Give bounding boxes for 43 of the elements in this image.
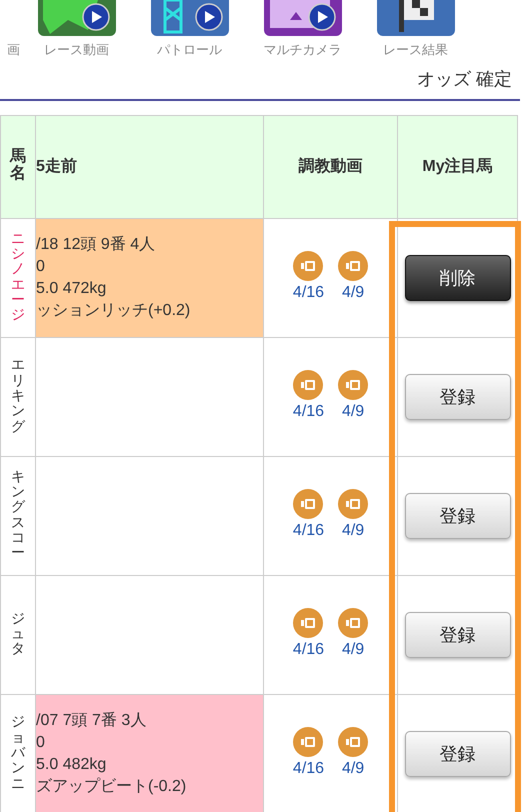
race-info: /18 12頭 9番 4人 [36,234,156,255]
video-camera-icon [338,608,368,638]
race-info: 5.0 482kg [36,755,108,775]
race-info: ズアップビート(-0.2) [36,776,188,797]
video-camera-icon [293,608,324,638]
nav-link[interactable]: 画 [7,40,20,60]
video-camera-icon [338,489,368,519]
video-camera-icon [338,251,368,281]
video-camera-icon [293,727,324,757]
training-video-link[interactable]: 4/16 [292,370,324,424]
column-header: 調教動画 [264,116,398,218]
register-button[interactable]: 登録 [404,374,510,420]
column-header: 馬名 [0,116,36,218]
video-camera-icon [293,251,324,281]
training-video-link[interactable]: 4/16 [292,251,324,305]
training-video-link[interactable]: 4/9 [338,370,368,424]
training-video-link[interactable]: 4/9 [338,489,368,543]
race-info: ッションリッチ(+0.2) [36,301,192,321]
training-video-link[interactable]: 4/16 [292,608,324,662]
race-info: /07 7頭 7番 3人 [36,710,148,731]
column-header: My注目馬 [398,116,518,218]
nav-link[interactable]: レース結果 [383,40,448,60]
video-camera-icon [338,370,368,400]
video-icon [376,0,454,36]
odds-status: オッズ 確定 [416,68,512,90]
training-video-link[interactable]: 4/9 [338,727,368,781]
video-camera-icon [338,727,368,757]
register-button[interactable]: 登録 [404,731,510,777]
nav-link[interactable]: パトロール [157,40,222,60]
race-info: 5.0 472kg [36,279,108,299]
nav-link[interactable]: マルチカメラ [264,40,342,60]
register-button[interactable]: 登録 [404,612,510,658]
training-video-link[interactable]: 4/9 [338,608,368,662]
race-info: 0 [36,733,46,753]
race-info: 0 [36,257,46,277]
training-video-link[interactable]: 4/16 [292,727,324,781]
training-video-link[interactable]: 4/16 [292,489,324,543]
video-camera-icon [293,370,324,400]
video-camera-icon [293,489,324,519]
delete-button[interactable]: 削除 [404,255,510,301]
training-video-link[interactable]: 4/9 [338,251,368,305]
nav-link[interactable]: レース動画 [44,40,109,60]
register-button[interactable]: 登録 [404,493,510,539]
